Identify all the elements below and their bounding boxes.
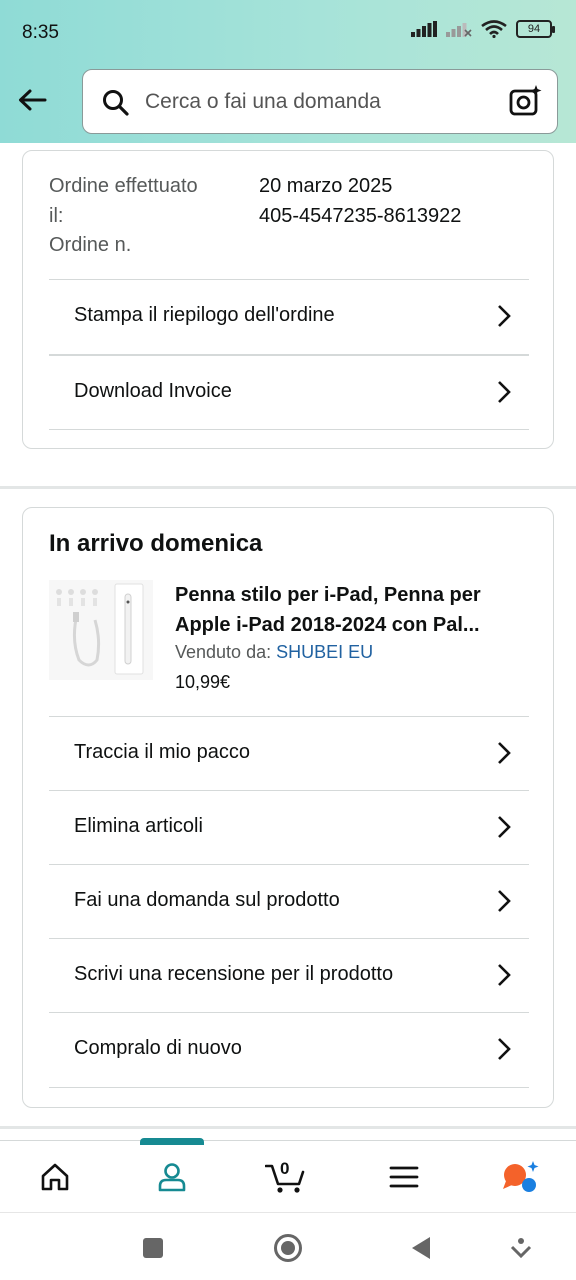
triangle-back-icon	[412, 1237, 430, 1259]
nav-account[interactable]	[142, 1141, 202, 1213]
home-button[interactable]	[273, 1233, 303, 1263]
chevron-right-icon	[498, 964, 511, 986]
status-time: 8:35	[22, 22, 59, 43]
buy-again-row[interactable]: Compralo di nuovo	[49, 1012, 529, 1087]
bottom-nav: 0	[0, 1138, 576, 1213]
camera-search-icon[interactable]	[509, 84, 543, 118]
product-title-line2: Apple i-Pad 2018-2024 con Pal...	[175, 614, 480, 636]
order-number-label: Ordine n.	[49, 234, 132, 256]
chevron-right-icon	[498, 742, 511, 764]
download-invoice-row[interactable]: Download Invoice	[49, 354, 529, 429]
search-input[interactable]: Cerca o fai una domanda	[82, 69, 558, 134]
row-label: Scrivi una recensione per il prodotto	[74, 963, 394, 985]
order-placed-label-line1: Ordine effettuato	[49, 175, 198, 197]
signal-icon	[411, 21, 437, 37]
rufus-icon	[503, 1161, 539, 1192]
product-title-line1: Penna stilo per i-Pad, Penna per	[175, 584, 481, 606]
order-number: 405-4547235-8613922	[259, 205, 462, 227]
divider	[49, 429, 529, 430]
back-button[interactable]	[406, 1233, 436, 1263]
remove-items-row[interactable]: Elimina articoli	[49, 790, 529, 865]
row-label: Elimina articoli	[74, 815, 203, 837]
battery-icon: 94	[516, 20, 555, 38]
chevron-right-icon	[498, 890, 511, 912]
seller-link[interactable]: SHUBEI EU	[276, 642, 373, 662]
ask-question-row[interactable]: Fai una domanda sul prodotto	[49, 864, 529, 939]
row-label: Traccia il mio pacco	[74, 741, 250, 763]
order-date: 20 marzo 2025	[259, 175, 393, 197]
app-header: 8:35 94 Cerca o fai una domanda	[0, 0, 576, 143]
chevron-down-icon	[510, 1238, 532, 1259]
product-price: 10,99€	[175, 672, 231, 692]
system-nav-bar	[0, 1212, 576, 1280]
product-title[interactable]: Penna stilo per i-Pad, Penna per Apple i…	[175, 580, 525, 640]
nav-menu[interactable]	[374, 1141, 434, 1213]
order-info-card: Ordine effettuato il: Ordine n. 20 marzo…	[22, 150, 554, 449]
status-bar: 8:35 94	[0, 0, 576, 68]
seller-prefix: Venduto da:	[175, 642, 277, 662]
chevron-right-icon	[498, 1038, 511, 1060]
order-placed-label-line2: il:	[49, 205, 64, 227]
section-divider	[0, 486, 576, 489]
track-package-row[interactable]: Traccia il mio pacco	[49, 716, 529, 791]
chevron-right-icon	[498, 381, 511, 403]
row-label: Fai una domanda sul prodotto	[74, 889, 340, 911]
row-label: Compralo di nuovo	[74, 1037, 242, 1059]
search-icon	[103, 90, 129, 116]
nav-rufus[interactable]	[490, 1141, 550, 1213]
product-image[interactable]	[49, 580, 153, 680]
square-icon	[143, 1238, 163, 1258]
search-placeholder: Cerca o fai una domanda	[145, 90, 381, 113]
assistant-button[interactable]	[506, 1233, 536, 1263]
nav-home[interactable]	[25, 1141, 85, 1213]
back-arrow-icon[interactable]	[14, 82, 50, 118]
cart-count-badge: 0	[280, 1159, 290, 1178]
shipment-title: In arrivo domenica	[49, 530, 263, 557]
seller-info: Venduto da: SHUBEI EU	[175, 642, 373, 663]
print-summary-row[interactable]: Stampa il riepilogo dell'ordine	[49, 279, 529, 354]
section-divider	[0, 1126, 576, 1129]
row-label: Download Invoice	[74, 380, 232, 402]
chevron-right-icon	[498, 816, 511, 838]
signal-no-data-icon	[446, 23, 472, 37]
divider	[49, 1087, 529, 1088]
wifi-icon	[481, 20, 507, 38]
account-icon	[158, 1163, 186, 1192]
chevron-right-icon	[498, 305, 511, 327]
shipment-card: In arrivo domenica Penna stilo per i-Pad…	[22, 507, 554, 1108]
row-label: Stampa il riepilogo dell'ordine	[74, 304, 335, 326]
circle-icon	[274, 1234, 302, 1262]
write-review-row[interactable]: Scrivi una recensione per il prodotto	[49, 938, 529, 1013]
menu-icon	[389, 1166, 419, 1188]
home-icon	[41, 1163, 69, 1191]
status-icons: 94	[411, 20, 555, 38]
recent-apps-button[interactable]	[138, 1233, 168, 1263]
